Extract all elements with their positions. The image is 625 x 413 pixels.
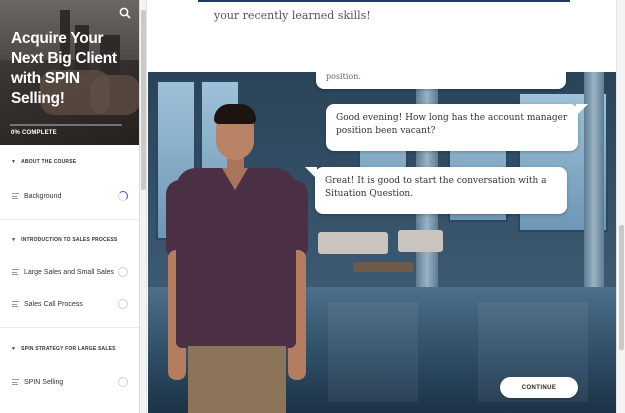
lobby-sofa	[398, 230, 443, 252]
caret-down-icon: ▼	[11, 346, 17, 352]
conversation-scene: position. Good evening! How long has the…	[148, 72, 616, 413]
avatar-person	[166, 102, 318, 413]
lesson-not-started-icon	[118, 299, 128, 309]
lesson-label: Sales Call Process	[24, 300, 83, 308]
sidebar-scrollbar[interactable]	[140, 0, 147, 413]
course-progress-label: 0% COMPLETE	[11, 130, 57, 136]
avatar-chat-bubble: Great! It is good to start the conversat…	[305, 167, 567, 214]
avatar-message: Great! It is good to start the conversat…	[325, 176, 547, 199]
lesson-not-started-icon	[118, 377, 128, 387]
lesson-item-large-sales-and-small-sales[interactable]: Large Sales and Small Sales	[0, 261, 139, 283]
lesson-item-spin-selling[interactable]: SPIN Selling	[0, 371, 139, 393]
section-title: SPIN STRATEGY FOR LARGE SALES	[21, 346, 116, 352]
search-icon	[119, 7, 131, 19]
course-progress-bar	[10, 124, 122, 126]
divider	[0, 219, 139, 220]
user-message: Good evening! How long has the account m…	[336, 113, 568, 136]
lesson-lines-icon	[12, 269, 19, 275]
course-sidebar: Acquire Your Next Big Client with SPIN S…	[0, 0, 140, 413]
lesson-label: Background	[24, 192, 62, 200]
lobby-sofa	[318, 232, 388, 254]
main-scrollbar-thumb[interactable]	[619, 225, 624, 350]
intro-text: your recently learned skills!	[214, 9, 371, 22]
continue-button[interactable]: CONTINUE	[500, 377, 578, 398]
lesson-lines-icon	[12, 379, 19, 385]
user-chat-bubble: Good evening! How long has the account m…	[326, 104, 588, 151]
course-hero-banner: Acquire Your Next Big Client with SPIN S…	[0, 0, 139, 145]
person-collar	[222, 168, 248, 190]
lesson-label: Large Sales and Small Sales	[24, 268, 114, 276]
section-header-introduction-to-sales-process[interactable]: ▼ INTRODUCTION TO SALES PROCESS	[0, 231, 139, 249]
previous-chat-bubble: position.	[316, 72, 566, 89]
section-title: INTRODUCTION TO SALES PROCESS	[21, 237, 118, 243]
search-button[interactable]	[118, 6, 132, 20]
divider	[0, 327, 139, 328]
lesson-content: your recently learned skills! position. …	[148, 0, 616, 413]
caret-down-icon: ▼	[11, 159, 17, 165]
person-pants	[188, 346, 286, 413]
caret-down-icon: ▼	[11, 237, 17, 243]
lesson-not-started-icon	[118, 267, 128, 277]
person-shirt	[176, 168, 296, 348]
lesson-in-progress-icon	[118, 191, 128, 201]
person-hair	[214, 104, 256, 124]
main-scrollbar[interactable]	[616, 0, 625, 413]
lesson-lines-icon	[12, 301, 19, 307]
bubble-tail	[576, 104, 588, 116]
floor-reflection	[328, 302, 418, 402]
lesson-item-sales-call-process[interactable]: Sales Call Process	[0, 293, 139, 315]
course-title: Acquire Your Next Big Client with SPIN S…	[11, 30, 117, 107]
bubble-tail	[305, 167, 317, 179]
lesson-lines-icon	[12, 193, 19, 199]
course-outline: ▼ ABOUT THE COURSE Background ▼ INTRODUC…	[0, 145, 139, 413]
section-title: ABOUT THE COURSE	[21, 159, 77, 165]
section-header-spin-strategy-for-large-sales[interactable]: ▼ SPIN STRATEGY FOR LARGE SALES	[0, 340, 139, 358]
lobby-table	[353, 262, 413, 272]
sidebar-scrollbar-thumb[interactable]	[141, 10, 146, 190]
section-header-about-the-course[interactable]: ▼ ABOUT THE COURSE	[0, 153, 139, 171]
lesson-item-background[interactable]: Background	[0, 185, 139, 207]
top-accent-rule	[198, 0, 570, 2]
lesson-label: SPIN Selling	[24, 378, 64, 386]
